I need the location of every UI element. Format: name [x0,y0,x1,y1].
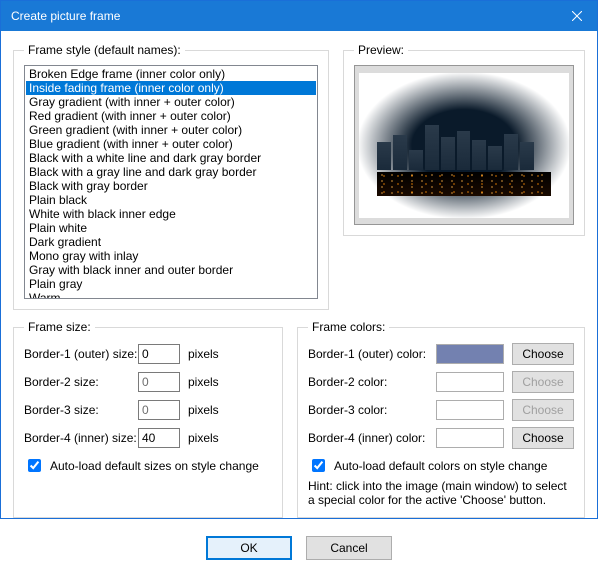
border-size-input-2 [138,372,180,392]
unit-label: pixels [188,403,219,417]
frame-style-item[interactable]: Gray with black inner and outer border [26,263,316,277]
frame-size-legend: Frame size: [24,320,95,334]
frame-style-item[interactable]: Gray gradient (with inner + outer color) [26,95,316,109]
dialog-window: Create picture frame Frame style (defaul… [0,0,598,519]
border-color-label: Border-3 color: [308,403,436,417]
close-icon [572,11,582,21]
auto-load-colors-checkbox[interactable] [312,459,325,472]
unit-label: pixels [188,431,219,445]
frame-style-item[interactable]: Warm [26,291,316,299]
auto-load-sizes-checkbox[interactable] [28,459,41,472]
border-color-swatch-2 [436,372,504,392]
frame-style-item[interactable]: Green gradient (with inner + outer color… [26,123,316,137]
choose-color-button-4[interactable]: Choose [512,427,574,449]
frame-style-item[interactable]: Broken Edge frame (inner color only) [26,67,316,81]
unit-label: pixels [188,347,219,361]
border-color-swatch-1 [436,344,504,364]
frame-style-item[interactable]: Inside fading frame (inner color only) [26,81,316,95]
titlebar: Create picture frame [1,1,597,31]
choose-color-button-3: Choose [512,399,574,421]
frame-style-item[interactable]: Dark gradient [26,235,316,249]
window-title: Create picture frame [11,9,557,23]
color-hint-text: Hint: click into the image (main window)… [308,479,574,507]
border-size-label: Border-3 size: [24,403,138,417]
frame-style-item[interactable]: Red gradient (with inner + outer color) [26,109,316,123]
frame-style-item[interactable]: Plain white [26,221,316,235]
auto-load-sizes-label: Auto-load default sizes on style change [50,459,259,473]
border-size-input-4[interactable] [138,428,180,448]
preview-legend: Preview: [354,43,408,57]
border-color-swatch-3 [436,400,504,420]
frame-colors-group: Frame colors: Border-1 (outer) color: Cho… [297,320,585,518]
cancel-button[interactable]: Cancel [306,536,392,560]
frame-style-item[interactable]: White with black inner edge [26,207,316,221]
frame-style-listbox[interactable]: Broken Edge frame (inner color only)Insi… [24,65,318,299]
preview-group: Preview: [343,43,585,236]
unit-label: pixels [188,375,219,389]
border-size-label: Border-1 (outer) size: [24,347,138,361]
frame-style-legend: Frame style (default names): [24,43,185,57]
border-size-label: Border-4 (inner) size: [24,431,138,445]
auto-load-colors-label: Auto-load default colors on style change [334,459,547,473]
frame-style-group: Frame style (default names): Broken Edge… [13,43,329,310]
ok-button[interactable]: OK [206,536,292,560]
frame-style-item[interactable]: Plain black [26,193,316,207]
frame-colors-legend: Frame colors: [308,320,389,334]
border-color-label: Border-2 color: [308,375,436,389]
frame-style-item[interactable]: Black with gray border [26,179,316,193]
frame-style-item[interactable]: Mono gray with inlay [26,249,316,263]
border-color-label: Border-1 (outer) color: [308,347,436,361]
frame-style-item[interactable]: Black with a gray line and dark gray bor… [26,165,316,179]
border-color-swatch-4 [436,428,504,448]
border-color-label: Border-4 (inner) color: [308,431,436,445]
frame-style-item[interactable]: Black with a white line and dark gray bo… [26,151,316,165]
border-size-label: Border-2 size: [24,375,138,389]
border-size-input-3 [138,400,180,420]
border-size-input-1[interactable] [138,344,180,364]
preview-image [354,65,574,225]
frame-style-item[interactable]: Plain gray [26,277,316,291]
close-button[interactable] [557,1,597,31]
choose-color-button-2: Choose [512,371,574,393]
frame-style-item[interactable]: Blue gradient (with inner + outer color) [26,137,316,151]
frame-size-group: Frame size: Border-1 (outer) size: pixels… [13,320,283,518]
choose-color-button-1[interactable]: Choose [512,343,574,365]
